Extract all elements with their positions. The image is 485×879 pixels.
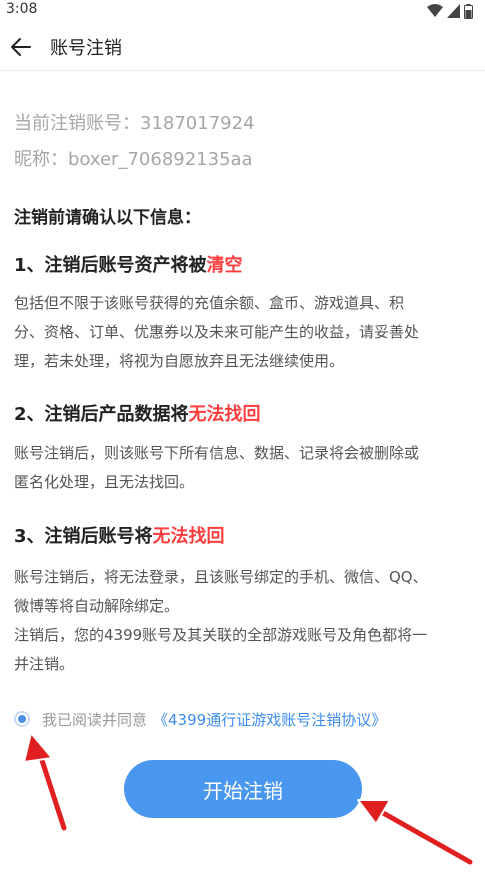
- agree-radio[interactable]: [14, 711, 30, 727]
- item-3-body-line: 注销后，您的4399账号及其关联的全部游戏账号及角色都将一: [14, 626, 428, 644]
- item-1-title: 1、注销后账号资产将被清空: [14, 251, 243, 277]
- item-1-body: 包括但不限于该账号获得的充值余额、盒币、游戏道具、积 分、资格、订单、优惠券以及…: [14, 289, 474, 376]
- wifi-icon: [427, 4, 443, 17]
- start-cancellation-button[interactable]: 开始注销: [124, 760, 362, 818]
- item-1-body-line: 理，若未处理，将视为自愿放弃且无法继续使用。: [14, 352, 345, 370]
- item-1-body-line: 包括但不限于该账号获得的充值余额、盒币、游戏道具、积: [14, 294, 405, 312]
- status-time: 3:08: [6, 1, 38, 17]
- annotation-arrow-right: [357, 799, 475, 867]
- item-3-body: 账号注销后，将无法登录，且该账号绑定的手机、微信、QQ、 微博等将自动解除绑定。…: [14, 563, 474, 679]
- item-2-body-line: 匿名化处理，且无法找回。: [14, 473, 195, 491]
- battery-icon: [464, 3, 473, 19]
- agree-text: 我已阅读并同意: [42, 710, 148, 729]
- item-2-body-line: 账号注销后，则该账号下所有信息、数据、记录将会被删除或: [14, 444, 420, 462]
- status-icons: [427, 3, 473, 19]
- item-2-body: 账号注销后，则该账号下所有信息、数据、记录将会被删除或 匿名化处理，且无法找回。: [14, 439, 474, 497]
- signal-icon: [447, 4, 460, 18]
- status-bar: 3:08: [0, 0, 485, 22]
- agree-radio-dot: [18, 715, 26, 723]
- item-3-body-line: 并注销。: [14, 655, 75, 673]
- agreement-link[interactable]: 《4399通行证游戏账号注销协议》: [153, 709, 386, 730]
- item-1-title-prefix: 1、注销后账号资产将被: [14, 255, 207, 276]
- item-2-title-highlight: 无法找回: [188, 404, 261, 425]
- nickname-line: 昵称：boxer_706892135aa: [14, 149, 253, 170]
- item-2-title: 2、注销后产品数据将无法找回: [14, 400, 261, 426]
- page-title: 账号注销: [50, 38, 122, 59]
- item-3-body-line: 账号注销后，将无法登录，且该账号绑定的手机、微信、QQ、: [14, 568, 428, 586]
- item-1-body-line: 分、资格、订单、优惠券以及未来可能产生的收益，请妥善处: [14, 323, 420, 341]
- item-3-body-line: 微博等将自动解除绑定。: [14, 597, 180, 615]
- item-3-title: 3、注销后账号将无法找回: [14, 522, 225, 548]
- annotation-arrow-left: [23, 732, 69, 833]
- item-2-title-prefix: 2、注销后产品数据将: [14, 404, 189, 425]
- item-3-title-highlight: 无法找回: [152, 526, 225, 547]
- confirm-heading: 注销前请确认以下信息：: [14, 208, 201, 228]
- account-id-line: 当前注销账号：3187017924: [14, 113, 255, 134]
- app-bar: 账号注销: [0, 24, 485, 71]
- item-1-title-highlight: 清空: [206, 255, 243, 276]
- agreement-row: 我已阅读并同意 《4399通行证游戏账号注销协议》: [14, 706, 386, 732]
- item-3-title-prefix: 3、注销后账号将: [14, 526, 153, 547]
- back-arrow-icon[interactable]: [8, 34, 34, 60]
